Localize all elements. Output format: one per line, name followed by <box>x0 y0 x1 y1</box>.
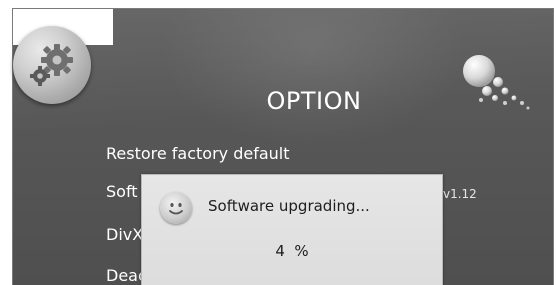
bubbles-icon <box>451 53 531 123</box>
progress-percent: 4 % <box>275 242 309 260</box>
upgrade-progress-dialog: Software upgrading... 4 % <box>141 174 443 285</box>
menu-item-software-upgrade[interactable]: Soft <box>106 182 138 201</box>
tv-screen: OPTION Restore factory default Soft DivX… <box>12 8 554 285</box>
menu-item-divx[interactable]: DivX <box>106 225 143 244</box>
gear-icon <box>13 26 91 104</box>
menu-item-restore-factory-default[interactable]: Restore factory default <box>106 144 290 163</box>
dialog-message: Software upgrading... <box>208 197 370 215</box>
smiley-icon <box>160 192 192 224</box>
page-title: OPTION <box>266 87 362 115</box>
software-version: v1.12 <box>443 187 477 201</box>
